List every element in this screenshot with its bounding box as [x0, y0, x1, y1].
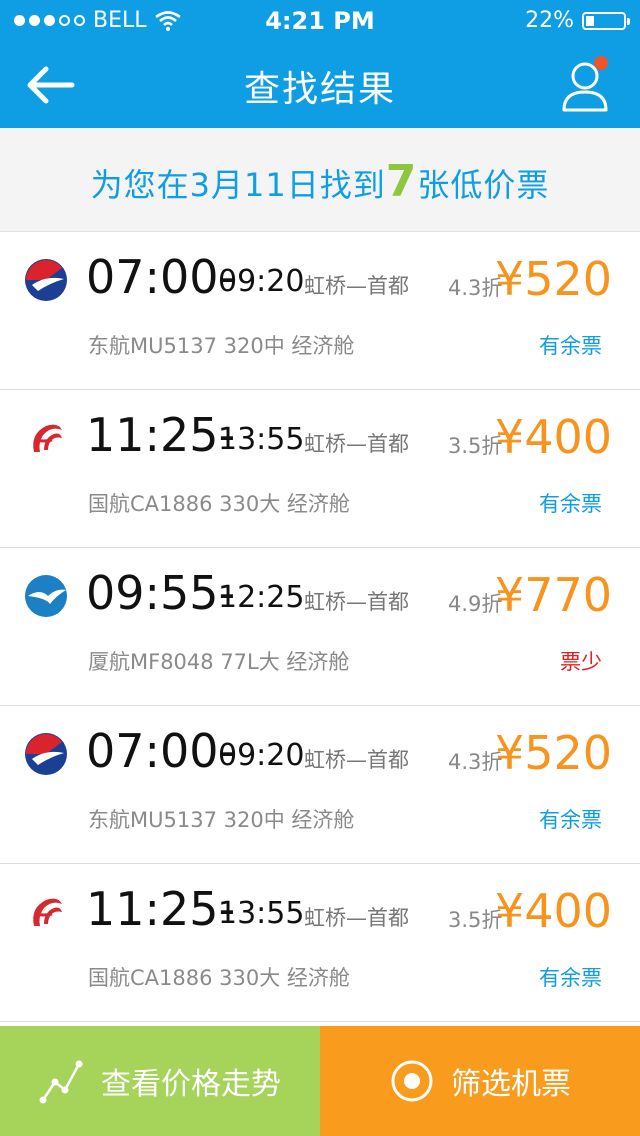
flight-info: 东航MU5137 320中 经济舱	[88, 334, 355, 358]
bottom-toolbar: 查看价格走势 筛选机票	[0, 1026, 640, 1136]
flight-info: 厦航MF8048 77L大 经济舱	[88, 650, 350, 674]
flight-info: 国航CA1886 330大 经济舱	[88, 492, 350, 516]
status-bar: BELL 4:21 PM 22%	[0, 0, 640, 44]
battery-percent: 22%	[525, 8, 574, 33]
availability-label: 有余票	[539, 966, 602, 990]
flight-row[interactable]: 07:00- 09:20 虹桥—首都 4.3折 ¥520 东航MU5137 320中 经济…	[0, 232, 640, 390]
top-bar: BELL 4:21 PM 22% 查找结果	[0, 0, 640, 128]
result-summary: 为您在3月11日找到7张低价票	[0, 128, 640, 232]
departure-time: 11:25-	[86, 882, 236, 936]
price-trend-label: 查看价格走势	[101, 1067, 281, 1102]
route-label: 虹桥—首都	[304, 274, 409, 298]
flight-row[interactable]: 09:55- 12:25 虹桥—首都 4.9折 ¥770 厦航MF8048 77L大 经济…	[0, 548, 640, 706]
china-eastern-logo-icon	[24, 732, 68, 776]
filter-target-icon	[391, 1060, 433, 1102]
availability-label: 有余票	[539, 808, 602, 832]
route-label: 虹桥—首都	[304, 432, 409, 456]
route-label: 虹桥—首都	[304, 906, 409, 930]
filter-tickets-button[interactable]: 筛选机票	[320, 1026, 640, 1136]
summary-suffix: 张低价票	[417, 166, 550, 204]
price-label: ¥520	[494, 252, 612, 306]
price-label: ¥770	[494, 568, 612, 622]
arrival-time: 12:25	[218, 580, 305, 615]
flight-info: 国航CA1886 330大 经济舱	[88, 966, 350, 990]
flight-row[interactable]: 11:25- 13:55 虹桥—首都 3.5折 ¥400 国航CA1886 330大 经济…	[0, 390, 640, 548]
nav-bar: 查找结果	[0, 44, 640, 128]
result-count: 7	[385, 156, 418, 207]
arrival-time: 13:55	[218, 422, 305, 457]
availability-label: 有余票	[539, 492, 602, 516]
filter-tickets-label: 筛选机票	[451, 1067, 571, 1102]
price-label: ¥400	[494, 410, 612, 464]
china-eastern-logo-icon	[24, 258, 68, 302]
xiamen-airlines-logo-icon	[24, 574, 68, 618]
trend-chart-icon	[39, 1060, 83, 1104]
price-label: ¥400	[494, 884, 612, 938]
departure-time: 07:00-	[86, 250, 236, 304]
departure-time: 07:00-	[86, 724, 236, 778]
departure-time: 11:25-	[86, 408, 236, 462]
flight-list: 07:00- 09:20 虹桥—首都 4.3折 ¥520 东航MU5137 320中 经济…	[0, 232, 640, 1022]
air-china-logo-icon	[24, 416, 68, 460]
price-trend-button[interactable]: 查看价格走势	[0, 1026, 320, 1136]
air-china-logo-icon	[24, 890, 68, 934]
summary-prefix: 为您在3月11日找到	[90, 166, 386, 204]
flight-row[interactable]: 11:25- 13:55 虹桥—首都 3.5折 ¥400 国航CA1886 330大 经济…	[0, 864, 640, 1022]
availability-label: 有余票	[539, 334, 602, 358]
page-title: 查找结果	[243, 69, 396, 110]
availability-label: 票少	[560, 650, 602, 674]
arrival-time: 09:20	[218, 738, 305, 773]
flight-row[interactable]: 07:00- 09:20 虹桥—首都 4.3折 ¥520 东航MU5137 320中 经济…	[0, 706, 640, 864]
route-label: 虹桥—首都	[304, 748, 409, 772]
price-label: ¥520	[494, 726, 612, 780]
departure-time: 09:55-	[86, 566, 236, 620]
notification-dot	[594, 56, 608, 70]
battery-icon	[582, 11, 630, 30]
arrival-time: 13:55	[218, 896, 305, 931]
flight-info: 东航MU5137 320中 经济舱	[88, 808, 355, 832]
arrival-time: 09:20	[218, 264, 305, 299]
route-label: 虹桥—首都	[304, 590, 409, 614]
